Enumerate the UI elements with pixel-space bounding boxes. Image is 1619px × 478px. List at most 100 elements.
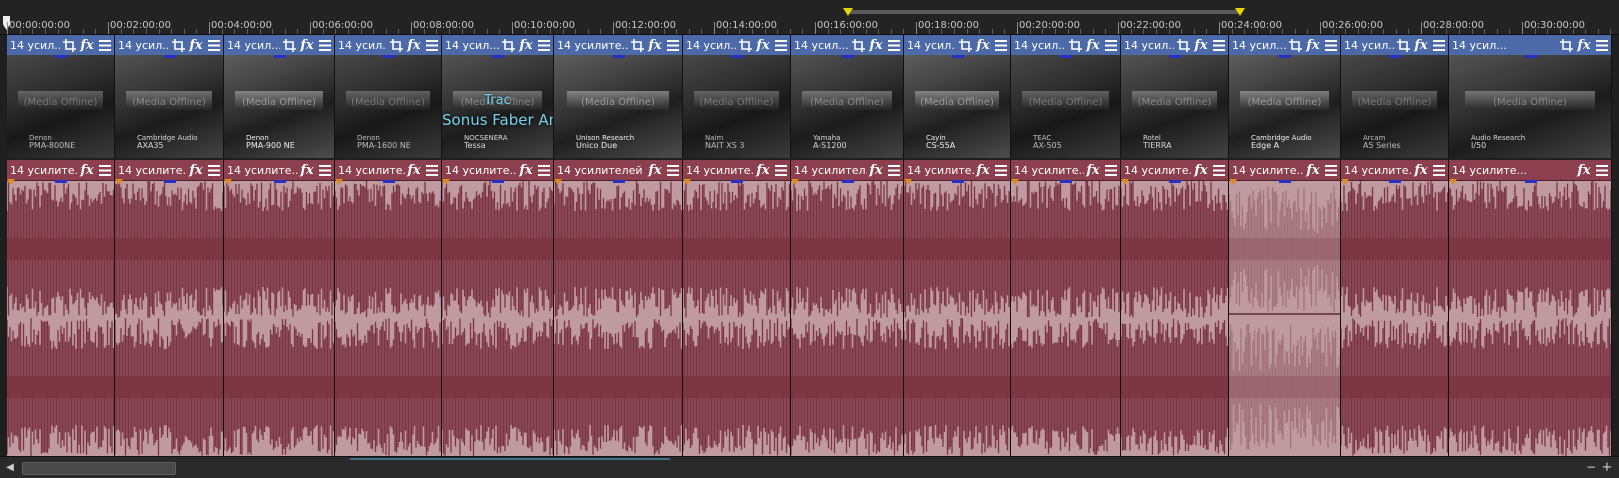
crop-icon[interactable] <box>280 36 298 54</box>
fx-icon[interactable]: fx <box>78 36 96 54</box>
video-clip[interactable]: 14 усилите... fx (Media Offline) Unison Res… <box>554 35 683 158</box>
fade-in-handle[interactable] <box>442 179 450 185</box>
fade-in-handle[interactable] <box>7 179 15 185</box>
video-clip-header[interactable]: 14 усил... fx <box>335 35 441 56</box>
video-clip[interactable]: 14 усил... fx (Media Offline) Cambridge Aud… <box>115 35 224 158</box>
menu-icon[interactable] <box>1102 161 1120 179</box>
crop-icon[interactable] <box>1066 36 1084 54</box>
menu-icon[interactable] <box>316 36 334 54</box>
video-clip[interactable]: 14 усил... fx (Media Offline) Cambridge Aud… <box>1229 35 1341 158</box>
fade-in-handle[interactable] <box>904 179 912 185</box>
fade-in-handle[interactable] <box>1341 179 1349 185</box>
video-clip-header[interactable]: 14 усил... fx <box>1229 35 1340 56</box>
menu-icon[interactable] <box>992 161 1010 179</box>
menu-icon[interactable] <box>1322 161 1340 179</box>
menu-icon[interactable] <box>885 161 903 179</box>
crop-icon[interactable] <box>1286 36 1304 54</box>
fx-icon[interactable]: fx <box>405 161 423 179</box>
fx-icon[interactable]: fx <box>517 161 535 179</box>
menu-icon[interactable] <box>1593 36 1611 54</box>
fx-icon[interactable]: fx <box>1084 161 1102 179</box>
video-clip-header[interactable]: 14 усил... fx <box>1121 35 1228 56</box>
crop-icon[interactable] <box>736 36 754 54</box>
audio-track[interactable]: 14 усилите... fx 14 усилите... fx 14 усилите… <box>7 160 1612 456</box>
zoom-out-icon[interactable]: − <box>1584 460 1598 474</box>
audio-clip[interactable]: 14 усилите...fx <box>1229 160 1341 456</box>
video-clip[interactable]: 14 усил... fx (Media Offline) Yamaha A-S1200 <box>791 35 904 158</box>
fade-in-handle[interactable] <box>1449 179 1457 185</box>
video-clip-header[interactable]: 14 усил... fx <box>442 35 553 56</box>
menu-icon[interactable] <box>96 161 114 179</box>
fx-icon[interactable]: fx <box>754 161 772 179</box>
menu-icon[interactable] <box>885 36 903 54</box>
zoom-in-icon[interactable]: + <box>1600 460 1614 475</box>
video-clip[interactable]: 14 усил... fx (Media Offline) Denon PMA-800N… <box>7 35 115 158</box>
fade-in-handle[interactable] <box>224 179 232 185</box>
video-clip[interactable]: 14 усил... fx(Media Offline)DenonPMA-1600… <box>335 35 442 158</box>
menu-icon[interactable] <box>772 161 790 179</box>
menu-icon[interactable] <box>423 161 441 179</box>
loop-start-marker[interactable] <box>843 8 853 16</box>
video-clip[interactable]: 14 усил... fx (Media Offline) Arcam A5 Serie… <box>1341 35 1449 158</box>
audio-clip-header[interactable]: 14 усилителей ...fx <box>554 160 682 181</box>
crop-icon[interactable] <box>849 36 867 54</box>
fx-icon[interactable]: fx <box>867 161 885 179</box>
menu-icon[interactable] <box>205 161 223 179</box>
menu-icon[interactable] <box>535 36 553 54</box>
audio-clip-header[interactable]: 14 усилите...fx <box>1449 160 1611 181</box>
crop-icon[interactable] <box>169 36 187 54</box>
menu-icon[interactable] <box>992 36 1010 54</box>
fx-icon[interactable]: fx <box>1412 161 1430 179</box>
loop-region[interactable] <box>848 10 1240 14</box>
video-clip[interactable]: 14 усил... fx (Media Offline) Naim NAIT XS 3 <box>683 35 791 158</box>
menu-icon[interactable] <box>1430 161 1448 179</box>
crop-icon[interactable] <box>1557 36 1575 54</box>
timeline-ruler[interactable]: 00:00:00:00 00:02:00:00 00:04:00:00 00:06:0… <box>0 0 1619 35</box>
audio-clip-header[interactable]: 14 усилите...fx <box>1121 160 1228 181</box>
video-clip-header[interactable]: 14 усил... fx <box>7 35 114 56</box>
video-clip-header[interactable]: 14 усил... fx <box>224 35 334 56</box>
fx-icon[interactable]: fx <box>298 161 316 179</box>
audio-clip-header[interactable]: 14 усилите...fx <box>1011 160 1120 181</box>
audio-clip[interactable]: 14 усилителей ...fx <box>554 160 683 456</box>
video-clip-header[interactable]: 14 усилите... fx <box>554 35 682 56</box>
video-clip[interactable]: 14 усил... fx (Media Offline) TEAC AX-505 <box>1011 35 1121 158</box>
audio-clip-header[interactable]: 14 усилител...fx <box>791 160 903 181</box>
video-clip-header[interactable]: 14 усил... fx <box>115 35 223 56</box>
audio-clip-header[interactable]: 14 усилите...fx <box>7 160 114 181</box>
menu-icon[interactable] <box>1322 36 1340 54</box>
crop-icon[interactable] <box>499 36 517 54</box>
video-track[interactable]: 14 усил... fx (Media Offline) Denon PMA-800N… <box>7 35 1612 158</box>
audio-clip[interactable]: 14 усилите...fx <box>1121 160 1229 456</box>
crop-icon[interactable] <box>1394 36 1412 54</box>
audio-clip-header[interactable]: 14 усилите...fx <box>904 160 1010 181</box>
crop-icon[interactable] <box>60 36 78 54</box>
fade-in-handle[interactable] <box>554 179 562 185</box>
video-clip-header[interactable]: 14 усил... fx <box>791 35 903 56</box>
fx-icon[interactable]: fx <box>78 161 96 179</box>
fx-icon[interactable]: fx <box>974 36 992 54</box>
fx-icon[interactable]: fx <box>974 161 992 179</box>
fade-in-handle[interactable] <box>1121 179 1129 185</box>
scroll-left-icon[interactable]: ◀ <box>3 460 17 474</box>
audio-clip[interactable]: 14 усилите...fx <box>442 160 554 456</box>
fx-icon[interactable]: fx <box>517 36 535 54</box>
audio-clip-header[interactable]: 14 усилите...fx <box>1341 160 1448 181</box>
fx-icon[interactable]: fx <box>187 161 205 179</box>
fx-icon[interactable]: fx <box>405 36 423 54</box>
fx-icon[interactable]: fx <box>1575 161 1593 179</box>
audio-clip-header[interactable]: 14 усилите...fx <box>335 160 441 181</box>
menu-icon[interactable] <box>664 36 682 54</box>
video-clip-header[interactable]: 14 усил... fx <box>1449 35 1611 56</box>
fx-icon[interactable]: fx <box>1304 161 1322 179</box>
menu-icon[interactable] <box>205 36 223 54</box>
menu-icon[interactable] <box>316 161 334 179</box>
scroll-thumb[interactable] <box>22 462 176 475</box>
menu-icon[interactable] <box>1210 161 1228 179</box>
audio-clip-header[interactable]: 14 усилите...fx <box>442 160 553 181</box>
fx-icon[interactable]: fx <box>646 36 664 54</box>
audio-clip-header[interactable]: 14 усилите...fx <box>683 160 790 181</box>
menu-icon[interactable] <box>772 36 790 54</box>
fx-icon[interactable]: fx <box>187 36 205 54</box>
menu-icon[interactable] <box>1210 36 1228 54</box>
